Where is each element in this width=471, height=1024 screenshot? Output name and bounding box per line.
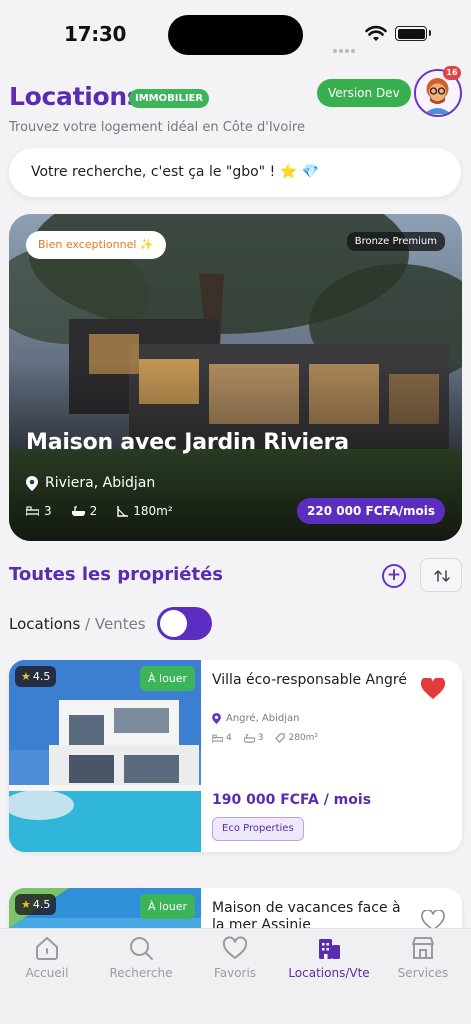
property-location: Angré, Abidjan xyxy=(212,713,300,724)
bottom-navigation: Accueil Recherche Favoris Locations/Vte … xyxy=(0,928,471,1024)
property-title: Villa éco-responsable Angré xyxy=(212,672,407,688)
star-icon: ★ xyxy=(21,898,31,911)
section-title: Toutes les propriétés xyxy=(9,564,224,585)
featured-bedrooms: 3 xyxy=(44,504,52,518)
property-location-text: Angré, Abidjan xyxy=(226,713,300,724)
search-bar[interactable]: Votre recherche, c'est ça le "gbo" ! ⭐ 💎 xyxy=(9,148,461,197)
premium-badge: Bronze Premium xyxy=(346,232,445,251)
nav-label: Locations/Vte xyxy=(288,966,370,980)
agency-badge[interactable]: Eco Properties xyxy=(212,817,304,841)
bath-icon xyxy=(243,733,255,743)
area-icon xyxy=(117,505,129,517)
featured-location: Riviera, Abidjan xyxy=(26,475,155,491)
property-features: 4 3 280m² xyxy=(212,733,318,743)
store-icon xyxy=(412,937,434,959)
tag-icon xyxy=(275,733,286,743)
add-property-button[interactable]: + xyxy=(382,564,406,588)
wifi-icon xyxy=(365,25,387,41)
location-pin-icon xyxy=(26,475,38,491)
search-icon xyxy=(130,937,153,960)
nav-favoris[interactable]: Favoris xyxy=(188,935,282,980)
rent-status-badge: À louer xyxy=(140,894,196,919)
version-dev-button[interactable]: Version Dev xyxy=(317,79,411,107)
building-icon xyxy=(319,939,340,959)
featured-price: 220 000 FCFA/mois xyxy=(297,498,445,524)
property-bedrooms: 4 xyxy=(226,733,232,743)
sort-button[interactable] xyxy=(420,558,462,592)
rent-status-badge: À louer xyxy=(140,666,196,691)
featured-property-image xyxy=(9,214,462,541)
featured-bathrooms: 2 xyxy=(89,504,98,518)
nav-label: Recherche xyxy=(109,966,173,980)
status-time: 17:30 xyxy=(64,22,127,46)
sort-icon xyxy=(434,569,450,583)
featured-area: 180m² xyxy=(133,504,173,518)
rating-value: 4.5 xyxy=(32,898,51,911)
property-area: 280m² xyxy=(288,733,319,743)
rating-badge: ★ 4.5 xyxy=(15,894,57,915)
page-subtitle: Trouvez votre logement idéal en Côte d'I… xyxy=(9,120,305,135)
featured-features: 3 2 180m² xyxy=(26,504,173,518)
nav-label: Favoris xyxy=(213,966,257,980)
battery-icon xyxy=(395,26,431,41)
nav-recherche[interactable]: Recherche xyxy=(94,935,188,980)
toggle-knob xyxy=(160,610,187,637)
bath-icon xyxy=(71,505,85,516)
mode-toggle-label: Locations / Ventes xyxy=(9,615,146,633)
nav-services[interactable]: Services xyxy=(376,935,470,980)
toggle-label-locations: Locations xyxy=(9,615,81,633)
status-bar: 17:30 xyxy=(0,0,471,70)
heart-icon xyxy=(222,936,248,959)
bed-icon xyxy=(212,734,223,743)
favorite-heart-icon[interactable] xyxy=(421,678,445,700)
category-badge: IMMOBILIER xyxy=(129,89,210,108)
dynamic-island xyxy=(168,15,303,55)
toggle-label-ventes: Ventes xyxy=(94,615,146,633)
bed-icon xyxy=(26,506,39,516)
plus-icon: + xyxy=(386,565,402,585)
property-price: 190 000 FCFA / mois xyxy=(212,792,372,808)
home-icon xyxy=(36,937,58,960)
property-card[interactable]: ★ 4.5 À louer Villa éco-responsable Angré… xyxy=(9,660,462,852)
signal-icon xyxy=(333,38,357,57)
nav-label: Accueil xyxy=(25,966,69,980)
page-title: Locations xyxy=(9,82,142,111)
exceptional-badge: Bien exceptionnel ✨ xyxy=(26,231,166,259)
nav-locations-vente[interactable]: Locations/Vte xyxy=(282,935,376,980)
featured-location-text: Riviera, Abidjan xyxy=(45,475,156,491)
nav-accueil[interactable]: Accueil xyxy=(0,935,94,980)
featured-title: Maison avec Jardin Riviera xyxy=(26,430,349,455)
nav-label: Services xyxy=(397,966,449,980)
location-pin-icon xyxy=(212,713,221,724)
notification-badge: 16 xyxy=(443,66,461,80)
property-bathrooms: 3 xyxy=(257,733,264,743)
featured-property-card[interactable]: Bien exceptionnel ✨ Bronze Premium Maiso… xyxy=(9,214,462,541)
star-icon: ★ xyxy=(21,670,31,683)
locations-ventes-toggle[interactable] xyxy=(157,607,212,640)
rating-badge: ★ 4.5 xyxy=(15,666,57,687)
rating-value: 4.5 xyxy=(32,670,51,683)
toggle-label-separator: / xyxy=(80,615,95,633)
